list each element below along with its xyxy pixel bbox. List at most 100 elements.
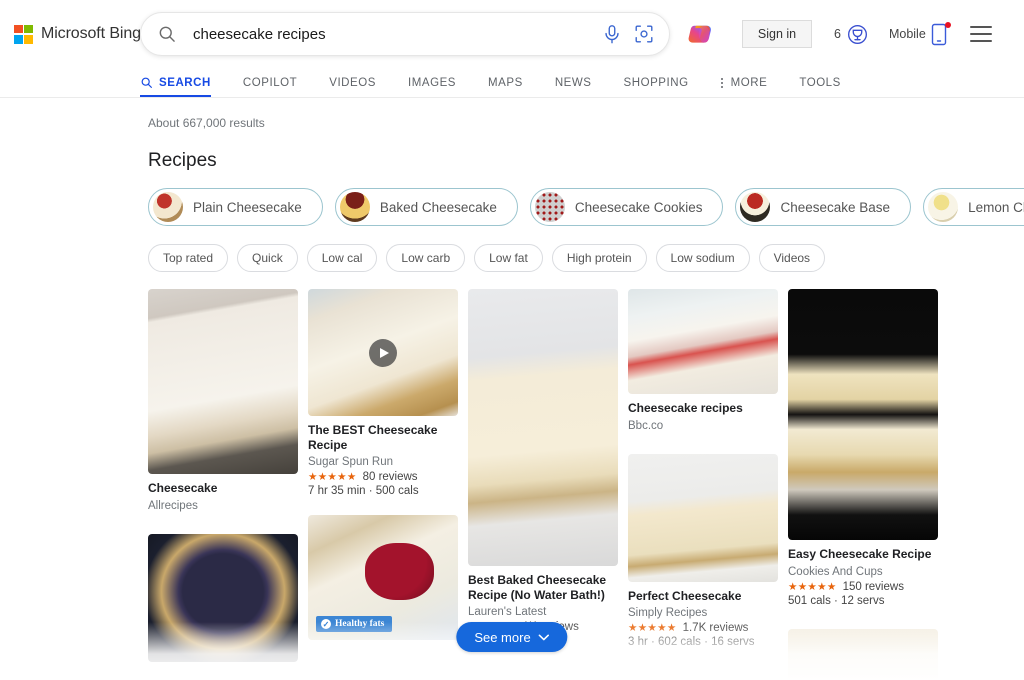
- recipe-source: Sugar Spun Run: [308, 456, 394, 469]
- filter-pill-low-carb[interactable]: Low carb: [386, 244, 466, 272]
- tab-label: MAPS: [488, 76, 523, 89]
- review-count: 1.7K reviews: [682, 622, 749, 635]
- play-video-icon[interactable]: [369, 338, 397, 367]
- recipe-card-best-baked-cheesecake[interactable]: Best Baked Cheesecake Recipe (No Water B…: [468, 289, 618, 633]
- recipe-title: Best Baked Cheesecake Recipe (No Water B…: [468, 573, 607, 602]
- recipe-thumbnail: [788, 289, 938, 540]
- rewards-medal-icon: [847, 24, 867, 44]
- tab-tools[interactable]: TOOLS: [783, 68, 857, 97]
- tab-videos[interactable]: VIDEOS: [313, 68, 392, 97]
- star-rating-icon: ★★★★★: [308, 471, 357, 484]
- recipe-title: Easy Cheesecake Recipe: [788, 547, 932, 561]
- recipe-column-2: The BEST Cheesecake Recipe Sugar Spun Ru…: [308, 289, 458, 680]
- recipe-card-easy-cheesecake-recipe[interactable]: Easy Cheesecake Recipe Cookies And Cups …: [788, 289, 938, 607]
- recipe-source: Bbc.co: [628, 419, 664, 432]
- recipe-meta: 7 hr 35 min · 500 cals: [308, 485, 419, 498]
- tab-shopping[interactable]: SHOPPING: [608, 68, 705, 97]
- chip-label: Baked Cheesecake: [379, 199, 497, 215]
- rewards-button[interactable]: 6: [834, 23, 869, 46]
- recipe-column-5: Easy Cheesecake Recipe Cookies And Cups …: [788, 289, 938, 680]
- recipe-thumbnail: [148, 533, 298, 662]
- mobile-label: Mobile: [888, 27, 926, 41]
- see-more-button[interactable]: See more: [456, 622, 568, 652]
- filter-pill-top-rated[interactable]: Top rated: [148, 244, 229, 272]
- mobile-phone-icon: [931, 21, 951, 46]
- microsoft-logo-icon: [14, 24, 33, 44]
- chip-thumbnail: [339, 192, 370, 222]
- recipe-thumbnail: [148, 289, 298, 474]
- tab-label: NEWS: [554, 76, 592, 89]
- filter-pill-videos[interactable]: Videos: [758, 244, 826, 272]
- search-box[interactable]: [140, 12, 670, 56]
- chip-label: Cheesecake Base: [780, 199, 891, 215]
- visual-search-icon[interactable]: [633, 23, 655, 45]
- recipe-rating: ★★★★★ 150 reviews: [788, 581, 938, 593]
- bing-logo[interactable]: Microsoft Bing: [14, 24, 141, 44]
- sign-in-label: Sign in: [757, 27, 797, 41]
- recipe-thumbnail: [628, 289, 778, 394]
- tab-label: IMAGES: [407, 76, 457, 89]
- hamburger-menu-icon[interactable]: [969, 26, 992, 42]
- chip-thumbnail: [534, 192, 565, 222]
- recipe-card-blueberry[interactable]: [148, 533, 298, 662]
- microphone-icon[interactable]: [601, 23, 623, 45]
- sign-in-button[interactable]: Sign in: [742, 20, 812, 48]
- recipe-card-cheesecake-recipes-bbc[interactable]: Cheesecake recipes Bbc.co: [628, 289, 778, 432]
- chevron-down-icon: [539, 634, 550, 640]
- entity-chip-baked-cheesecake[interactable]: Baked Cheesecake: [334, 188, 518, 226]
- filter-pill-low-sodium[interactable]: Low sodium: [655, 244, 750, 272]
- tab-label: SEARCH: [159, 76, 211, 89]
- recipe-meta: 3 hr · 602 cals · 16 servs: [628, 636, 755, 649]
- recipe-card-perfect-cheesecake[interactable]: Perfect Cheesecake Simply Recipes ★★★★★ …: [628, 453, 778, 649]
- recipe-title: The BEST Cheesecake Recipe: [308, 423, 438, 452]
- recipe-thumbnail: [468, 289, 618, 566]
- brand-label: Microsoft Bing: [41, 25, 141, 42]
- copilot-icon[interactable]: [686, 19, 716, 49]
- recipe-rating: ★★★★★ 1.7K reviews: [628, 622, 778, 634]
- recipe-title: Cheesecake: [148, 481, 218, 495]
- filter-pill-high-protein[interactable]: High protein: [551, 244, 647, 272]
- recipe-card-the-best-cheesecake-recipe[interactable]: The BEST Cheesecake Recipe Sugar Spun Ru…: [308, 289, 458, 497]
- tab-maps[interactable]: MAPS: [472, 68, 539, 97]
- filter-pill-quick[interactable]: Quick: [237, 244, 298, 272]
- entity-chip-plain-cheesecake[interactable]: Plain Cheesecake: [148, 188, 323, 226]
- tab-label: COPILOT: [242, 76, 298, 89]
- chip-label: Lemon Cheesecake: [968, 199, 1024, 215]
- recipe-rating: ★★★★★ 80 reviews: [308, 471, 458, 483]
- tab-images[interactable]: IMAGES: [392, 68, 472, 97]
- recipe-meta: 501 cals · 12 servs: [788, 594, 885, 607]
- chip-label: Cheesecake Cookies: [574, 199, 703, 215]
- recipe-card-cherry-cheesecake[interactable]: ✓ Healthy fats: [308, 515, 458, 641]
- notification-dot: [944, 21, 951, 28]
- search-input[interactable]: [193, 25, 591, 43]
- tab-label: TOOLS: [799, 76, 841, 89]
- search-vertical-tabs: SEARCH COPILOT VIDEOS IMAGES MAPS NEWS S…: [0, 68, 1024, 98]
- entity-chip-lemon-cheesecake[interactable]: Lemon Cheesecake: [923, 188, 1024, 226]
- badge-label: Healthy fats: [335, 619, 385, 630]
- see-more-label: See more: [474, 629, 531, 645]
- filter-pills-row: Top rated Quick Low cal Low carb Low fat…: [148, 244, 1024, 272]
- recipe-title: Perfect Cheesecake: [628, 588, 742, 603]
- chip-thumbnail: [153, 192, 183, 222]
- entity-chip-cheesecake-base[interactable]: Cheesecake Base: [735, 188, 912, 226]
- recipe-source: Cookies And Cups: [788, 565, 883, 578]
- filter-pill-low-cal[interactable]: Low cal: [306, 244, 378, 272]
- recipe-column-1: Cheesecake Allrecipes: [148, 289, 298, 680]
- healthy-fats-badge: ✓ Healthy fats: [316, 616, 393, 633]
- tab-more[interactable]: MORE: [705, 68, 784, 97]
- recipe-source: Lauren's Latest: [468, 606, 547, 619]
- recipe-card-extra[interactable]: [788, 628, 938, 680]
- star-rating-icon: ★★★★★: [628, 622, 677, 635]
- recipe-card-cheesecake[interactable]: Cheesecake Allrecipes: [148, 289, 298, 512]
- page-title: Recipes: [148, 150, 217, 171]
- tab-copilot[interactable]: COPILOT: [227, 68, 313, 97]
- filter-pill-low-fat[interactable]: Low fat: [474, 244, 543, 272]
- recipe-source: Simply Recipes: [628, 607, 708, 620]
- mobile-link[interactable]: Mobile: [888, 21, 951, 46]
- search-icon: [141, 77, 152, 88]
- tab-news[interactable]: NEWS: [539, 68, 608, 97]
- tab-label: VIDEOS: [329, 76, 376, 89]
- tab-search[interactable]: SEARCH: [140, 68, 227, 97]
- entity-chip-cheesecake-cookies[interactable]: Cheesecake Cookies: [529, 188, 724, 226]
- recipe-thumbnail: [788, 628, 938, 680]
